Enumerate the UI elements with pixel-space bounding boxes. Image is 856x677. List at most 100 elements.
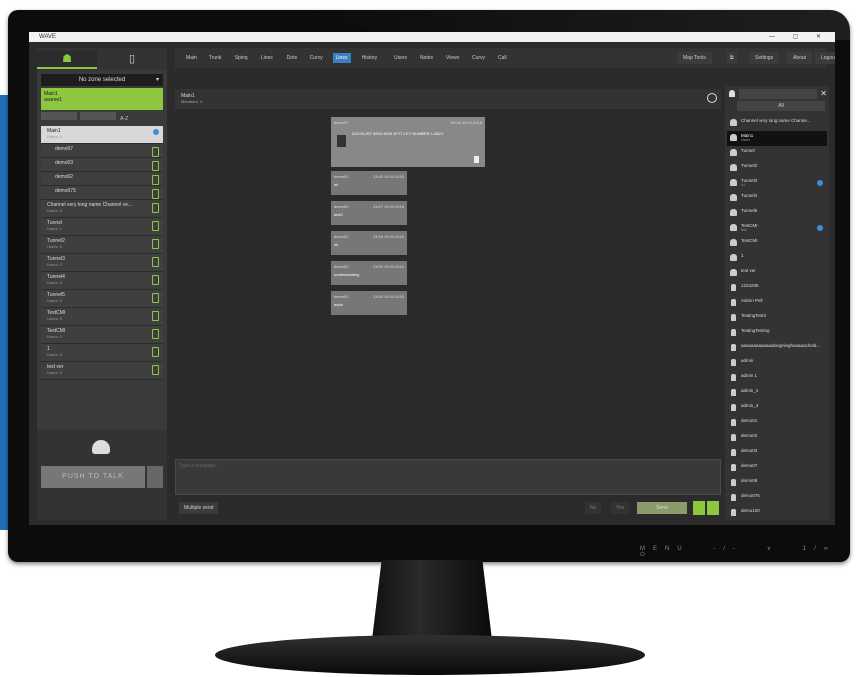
person-icon — [731, 419, 736, 426]
multiple-send-button[interactable]: Multiple send — [179, 502, 219, 514]
filter-button[interactable] — [41, 112, 77, 120]
menu-item[interactable]: Curvy — [469, 53, 488, 63]
menu-item[interactable]: Lines — [258, 53, 276, 63]
window-controls[interactable]: — ▢ ✕ — [769, 32, 829, 42]
channel-item[interactable]: Tunnel3 Users: 0 — [41, 254, 163, 272]
channel-item[interactable]: demo02 — [41, 172, 163, 186]
channels-panel: ☗ ▯ No zone selected ▾ Main1 avaree1 A-Z… — [37, 48, 167, 520]
menu-button[interactable]: Settings — [749, 52, 780, 64]
image-icon[interactable] — [707, 501, 719, 515]
channel-item[interactable]: Tunnel Users: 1 — [41, 218, 163, 236]
contact-item[interactable]: Main1 Users — [727, 131, 827, 146]
contact-name: admin_3 — [741, 403, 759, 408]
contact-item[interactable]: 1 — [727, 251, 827, 266]
close-icon[interactable]: ✕ — [820, 89, 827, 99]
channel-item[interactable]: test ver Users: 0 — [41, 362, 163, 380]
chat-message[interactable]: demo07 09:48 19.04.2016 DOCKLIST 8993 4939… — [331, 117, 485, 167]
channel-item[interactable]: TestCMI Users: 0 — [41, 326, 163, 344]
contact-item[interactable]: test ver — [727, 266, 827, 281]
monitor-photo: MENU -/- ∨ 1/∞ ⏻ WAVE — ▢ ✕ ☗ ▯ No zone … — [0, 0, 856, 677]
contact-item[interactable]: Tunnel3 14 — [727, 176, 827, 191]
chat-message[interactable]: demo02 13:48 19.04.2016 ok — [331, 231, 407, 255]
contact-sub: test — [741, 228, 747, 232]
send-button[interactable]: Send — [637, 502, 687, 514]
channel-item[interactable]: demo03 — [41, 158, 163, 172]
contact-item[interactable]: TestCMI — [727, 236, 827, 251]
channel-icon — [730, 224, 737, 231]
menu-item[interactable]: Views — [443, 53, 462, 63]
no-option[interactable]: No — [585, 502, 602, 514]
contact-item[interactable]: demo075 — [727, 491, 827, 506]
filter-button[interactable] — [80, 112, 116, 120]
menu-item[interactable]: Call — [495, 53, 510, 63]
contact-item[interactable]: demo08 — [727, 476, 827, 491]
search-icon[interactable] — [707, 93, 717, 103]
contact-search-input[interactable] — [739, 89, 817, 99]
menu-item[interactable]: History — [359, 53, 381, 63]
channel-item[interactable]: demo075 — [41, 186, 163, 200]
speaker-icon — [152, 275, 159, 285]
menu-item[interactable]: Trunk — [206, 53, 225, 63]
channel-item[interactable]: 1 Users: 0 — [41, 344, 163, 362]
message-text: test2 — [334, 212, 343, 217]
menu-item[interactable]: Dots — [284, 53, 300, 63]
contact-item[interactable]: TestingTesting — [727, 326, 827, 341]
contact-item[interactable]: Tunnel4 — [727, 191, 827, 206]
channel-list: Main1 Users: 4 demo07 demo03 demo02 demo075 Ch… — [41, 126, 163, 380]
menu-item[interactable]: Main — [183, 53, 200, 63]
contact-item[interactable]: Channel very long name Channe... — [727, 116, 827, 131]
push-to-talk-button[interactable]: PUSH TO TALK — [41, 466, 145, 488]
chat-message[interactable]: demo02 13:55 19.04.2016 asda — [331, 291, 407, 315]
contact-item[interactable]: demo02 — [727, 431, 827, 446]
message-input[interactable]: Type a message... — [175, 459, 721, 495]
monitor-stand — [215, 635, 645, 675]
channel-item[interactable]: TestCMI Users: 0 — [41, 308, 163, 326]
menu-button[interactable]: Map Tools — [677, 52, 712, 64]
contact-item[interactable]: admin — [727, 356, 827, 371]
menu-item[interactable]: Lines — [332, 53, 351, 63]
contact-item[interactable]: admin 1 — [727, 371, 827, 386]
contact-item[interactable]: TestingTest3 — [727, 311, 827, 326]
chat-message[interactable]: demo02 13:47 19.04.2016 test2 — [331, 201, 407, 225]
channel-item[interactable]: Main1 Users: 4 — [41, 126, 163, 144]
channel-item[interactable]: Tunnel4 Users: 0 — [41, 272, 163, 290]
contact-item[interactable]: admin_2 — [727, 386, 827, 401]
menu-button[interactable]: Logout — [815, 52, 835, 64]
contact-item[interactable]: demo03 — [727, 446, 827, 461]
channel-item[interactable]: Tunnel2 Users: 0 — [41, 236, 163, 254]
message-sender: demo02 — [334, 294, 349, 299]
zone-select[interactable]: No zone selected ▾ — [41, 74, 163, 86]
chat-message[interactable]: demo02 13:45 19.04.2016 ok — [331, 171, 407, 195]
channels-tab-icon[interactable]: ☗ — [37, 51, 97, 69]
menu-item[interactable]: Notes — [417, 53, 436, 63]
menu-item[interactable]: Spinq — [232, 53, 251, 63]
menu-item[interactable]: Curvy — [307, 53, 326, 63]
menu-item[interactable]: Users — [391, 53, 410, 63]
ptt-alert-button[interactable] — [147, 466, 163, 488]
contact-name: 1234235 — [741, 283, 759, 288]
attach-icon[interactable] — [693, 501, 705, 515]
menu-button[interactable]: About — [787, 52, 813, 64]
contact-item[interactable]: aaaaaaaaaaaaabegininghaaaaacheld... — [727, 341, 827, 356]
channel-item[interactable]: Channel very long name Channel ve... User… — [41, 200, 163, 218]
contact-item[interactable]: 1234235 — [727, 281, 827, 296]
download-icon[interactable] — [474, 156, 479, 163]
contact-filter[interactable]: All — [737, 101, 825, 111]
channel-item[interactable]: Tunnel5 Users: 0 — [41, 290, 163, 308]
contact-item[interactable]: Tunnel — [727, 146, 827, 161]
contact-item[interactable]: admin_3 — [727, 401, 827, 416]
contact-item[interactable]: Admin Pell — [727, 296, 827, 311]
contact-item[interactable]: demo07 — [727, 461, 827, 476]
contact-item[interactable]: demo01 — [727, 416, 827, 431]
contact-item[interactable]: Tunnel2 — [727, 161, 827, 176]
contact-item[interactable]: demo100 — [727, 506, 827, 521]
channel-item[interactable]: demo07 — [41, 144, 163, 158]
contact-name: admin_2 — [741, 388, 759, 393]
phone-tab-icon[interactable]: ▯ — [102, 51, 162, 67]
chat-message[interactable]: demo02 13:50 19.04.2016 understanding — [331, 261, 407, 285]
yes-option[interactable]: Yes — [611, 502, 630, 514]
contact-item[interactable]: TestCMI test — [727, 221, 827, 236]
sort-label[interactable]: A-Z — [120, 116, 128, 122]
contact-item[interactable]: Tunnel5 — [727, 206, 827, 221]
external-window-icon[interactable]: ⧉ — [727, 52, 737, 64]
